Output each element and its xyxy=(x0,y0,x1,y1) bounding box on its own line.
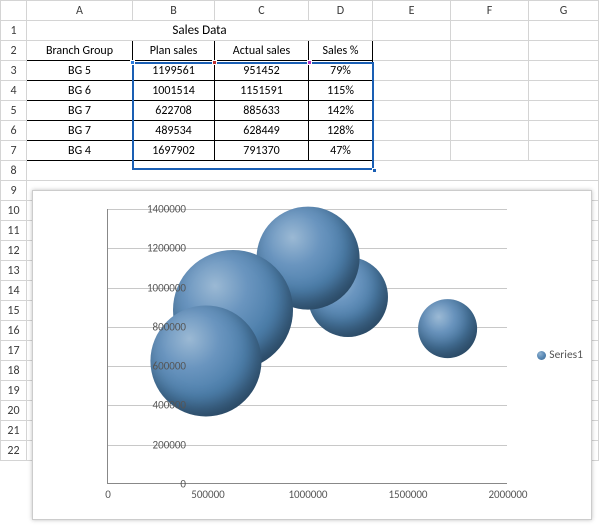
col-header-D[interactable]: D xyxy=(309,1,373,21)
cell-group[interactable]: BG 4 xyxy=(27,141,133,161)
row-header-19[interactable]: 19 xyxy=(1,381,27,401)
fill-handle[interactable] xyxy=(372,168,377,173)
col-header-F[interactable]: F xyxy=(451,1,529,21)
cell[interactable] xyxy=(529,101,599,121)
row-header-14[interactable]: 14 xyxy=(1,281,27,301)
cell-group[interactable]: BG 7 xyxy=(27,121,133,141)
y-axis-label: 0 xyxy=(126,478,186,491)
cell[interactable] xyxy=(451,121,529,141)
row-header-2[interactable]: 2 xyxy=(1,41,27,61)
cell-plan[interactable]: 1697902 xyxy=(133,141,215,161)
cell-plan[interactable]: 622708 xyxy=(133,101,215,121)
y-axis-label: 1000000 xyxy=(126,281,186,294)
row-header-6[interactable]: 6 xyxy=(1,121,27,141)
select-all-corner[interactable] xyxy=(1,1,27,21)
x-axis-label: 1000000 xyxy=(288,488,327,501)
cell-pct[interactable]: 128% xyxy=(309,121,373,141)
cell[interactable] xyxy=(451,141,529,161)
cell[interactable] xyxy=(529,61,599,81)
row-header-22[interactable]: 22 xyxy=(1,441,27,461)
cell[interactable] xyxy=(373,61,451,81)
cell-plan[interactable]: 489534 xyxy=(133,121,215,141)
cell[interactable] xyxy=(27,161,599,181)
cell[interactable] xyxy=(529,41,599,61)
cell[interactable] xyxy=(451,41,529,61)
cell[interactable] xyxy=(373,101,451,121)
cell[interactable] xyxy=(451,81,529,101)
row-header-4[interactable]: 4 xyxy=(1,81,27,101)
col-header-B[interactable]: B xyxy=(133,1,215,21)
row-header-1[interactable]: 1 xyxy=(1,21,27,41)
y-axis-label: 1200000 xyxy=(126,242,186,255)
cell-pct[interactable]: 79% xyxy=(309,61,373,81)
range-marker-icon xyxy=(212,60,217,65)
cell-group[interactable]: BG 5 xyxy=(27,61,133,81)
cell[interactable] xyxy=(373,21,451,41)
x-axis-label: 2000000 xyxy=(488,488,527,501)
range-marker-icon xyxy=(130,60,135,65)
col-header-A[interactable]: A xyxy=(27,1,133,21)
row-header-18[interactable]: 18 xyxy=(1,361,27,381)
cell[interactable] xyxy=(451,21,529,41)
x-axis-label: 500000 xyxy=(191,488,224,501)
row-header-7[interactable]: 7 xyxy=(1,141,27,161)
col-header-G[interactable]: G xyxy=(529,1,599,21)
row-header-13[interactable]: 13 xyxy=(1,261,27,281)
col-header-C[interactable]: C xyxy=(215,1,309,21)
cell[interactable] xyxy=(529,21,599,41)
y-axis-label: 600000 xyxy=(126,360,186,373)
bubble-chart[interactable]: 0 500000 1000000 1500000 2000000 Series1 0 20… xyxy=(32,190,592,520)
header-actual-sales[interactable]: Actual sales xyxy=(215,41,309,61)
row-header-3[interactable]: 3 xyxy=(1,61,27,81)
cell[interactable] xyxy=(451,101,529,121)
col-header-E[interactable]: E xyxy=(373,1,451,21)
row-header-17[interactable]: 17 xyxy=(1,341,27,361)
row-header-16[interactable]: 16 xyxy=(1,321,27,341)
legend-label: Series1 xyxy=(549,348,583,362)
row-header-21[interactable]: 21 xyxy=(1,421,27,441)
header-plan-sales[interactable]: Plan sales xyxy=(133,41,215,61)
cell[interactable] xyxy=(373,141,451,161)
cell-pct[interactable]: 47% xyxy=(309,141,373,161)
y-axis-label: 400000 xyxy=(126,399,186,412)
y-axis-label: 200000 xyxy=(126,438,186,451)
header-sales-pct[interactable]: Sales % xyxy=(309,41,373,61)
x-axis-label: 0 xyxy=(105,488,111,501)
row-header-20[interactable]: 20 xyxy=(1,401,27,421)
bubble-point[interactable] xyxy=(418,299,478,359)
title-cell[interactable]: Sales Data xyxy=(27,21,373,41)
cell-pct[interactable]: 142% xyxy=(309,101,373,121)
row-header-11[interactable]: 11 xyxy=(1,221,27,241)
row-header-8[interactable]: 8 xyxy=(1,161,27,181)
cell[interactable] xyxy=(529,121,599,141)
cell-actual[interactable]: 628449 xyxy=(215,121,309,141)
cell-pct[interactable]: 115% xyxy=(309,81,373,101)
cell-actual[interactable]: 791370 xyxy=(215,141,309,161)
row-header-15[interactable]: 15 xyxy=(1,301,27,321)
cell-plan[interactable]: 1001514 xyxy=(133,81,215,101)
cell-actual[interactable]: 1151591 xyxy=(215,81,309,101)
cell-actual[interactable]: 951452 xyxy=(215,61,309,81)
row-header-9[interactable]: 9 xyxy=(1,181,27,201)
cell-actual[interactable]: 885633 xyxy=(215,101,309,121)
cell[interactable] xyxy=(451,61,529,81)
cell[interactable] xyxy=(529,81,599,101)
row-header-10[interactable]: 10 xyxy=(1,201,27,221)
cell-group[interactable]: BG 7 xyxy=(27,101,133,121)
y-axis-label: 1400000 xyxy=(126,203,186,216)
cell[interactable] xyxy=(373,121,451,141)
cell[interactable] xyxy=(529,141,599,161)
cell[interactable] xyxy=(373,81,451,101)
y-axis-label: 800000 xyxy=(126,320,186,333)
header-branch-group[interactable]: Branch Group xyxy=(27,41,133,61)
row-header-12[interactable]: 12 xyxy=(1,241,27,261)
cell-plan[interactable]: 1199561 xyxy=(133,61,215,81)
x-axis-label: 1500000 xyxy=(388,488,427,501)
range-marker-icon xyxy=(307,60,312,65)
legend-marker-icon xyxy=(537,351,546,360)
cell[interactable] xyxy=(373,41,451,61)
chart-legend[interactable]: Series1 xyxy=(537,348,583,362)
cell-group[interactable]: BG 6 xyxy=(27,81,133,101)
row-header-5[interactable]: 5 xyxy=(1,101,27,121)
